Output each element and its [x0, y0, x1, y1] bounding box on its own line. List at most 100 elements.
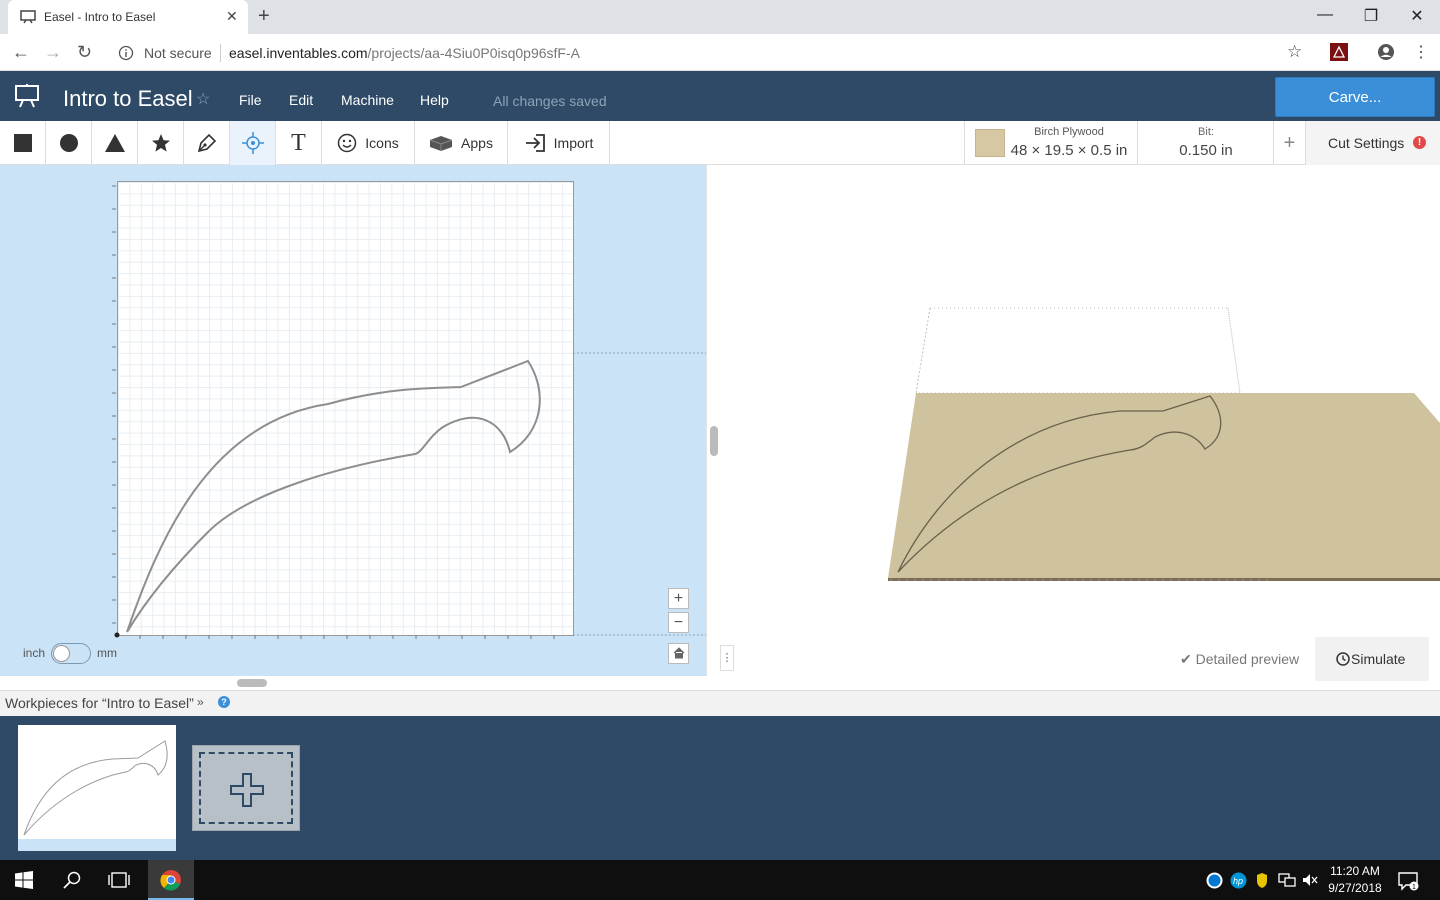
text-tool[interactable]: T — [276, 121, 322, 165]
triangle-icon — [104, 134, 125, 152]
ruler-bottom — [114, 632, 555, 639]
network-icon[interactable] — [1278, 872, 1296, 888]
workpiece-grid[interactable] — [117, 181, 574, 636]
workpieces-panel — [0, 716, 1440, 860]
material-selector[interactable]: Birch Plywood 48 × 19.5 × 0.5 in — [964, 121, 1138, 165]
menu-machine[interactable]: Machine — [341, 92, 394, 108]
3d-preview[interactable] — [720, 165, 1440, 690]
canvas-vertical-scrollbar[interactable] — [706, 165, 720, 676]
windows-start-icon[interactable] — [15, 871, 33, 889]
simulate-button[interactable]: Simulate — [1315, 637, 1429, 681]
notifications-icon[interactable]: 1 — [1398, 871, 1420, 891]
pdf-extension-icon[interactable] — [1330, 43, 1348, 61]
chevron-down-icon[interactable]: » — [197, 695, 204, 709]
reload-icon[interactable]: ↻ — [77, 42, 92, 63]
home-view-button[interactable] — [668, 643, 689, 664]
close-tab-icon[interactable]: ✕ — [226, 8, 238, 25]
profile-icon[interactable] — [1377, 43, 1395, 61]
smiley-icon — [338, 133, 357, 153]
project-title[interactable]: Intro to Easel — [63, 86, 193, 112]
design-path[interactable] — [118, 182, 575, 637]
browser-address-bar: ← → ↻ Not secure easel.inventables.com/p… — [0, 34, 1440, 71]
menu-help[interactable]: Help — [420, 92, 449, 108]
apps-label: Apps — [461, 135, 493, 151]
new-tab-button[interactable]: + — [258, 5, 270, 28]
star-tool[interactable] — [138, 121, 184, 165]
triangle-tool[interactable] — [92, 121, 138, 165]
chrome-taskbar-button[interactable] — [148, 860, 194, 900]
circle-tool[interactable] — [46, 121, 92, 165]
material-swatch — [975, 129, 1005, 157]
menu-edit[interactable]: Edit — [289, 92, 313, 108]
unit-toggle[interactable] — [51, 643, 91, 664]
pen-tool[interactable] — [184, 121, 230, 165]
icons-button[interactable]: Icons — [322, 121, 415, 165]
easel-logo-icon[interactable] — [14, 83, 40, 109]
task-view-icon[interactable] — [108, 871, 130, 889]
workpieces-title[interactable]: Workpieces for “Intro to Easel” — [5, 695, 194, 711]
back-icon[interactable]: ← — [12, 42, 30, 63]
url-path: /projects/aa-4Siu0P0isq0p96sfF-A — [367, 45, 580, 61]
skype-tray-icon[interactable] — [1206, 872, 1223, 889]
home-icon — [673, 647, 684, 659]
circle-icon — [59, 134, 78, 152]
design-toolbar: T Icons Apps Import Birch Plywood 48 × 1… — [0, 121, 1440, 165]
warning-icon: ! — [1413, 136, 1426, 149]
text-icon: T — [291, 129, 306, 156]
svg-text:hp: hp — [1233, 876, 1243, 886]
machine-frame — [915, 307, 1241, 394]
taskbar-clock[interactable]: 11:20 AM 9/27/2018 — [1320, 863, 1390, 897]
clock-icon — [1336, 652, 1350, 666]
pen-icon — [197, 133, 216, 153]
detailed-preview-toggle[interactable]: ✔ Detailed preview — [1180, 651, 1299, 668]
plus-icon — [230, 773, 264, 807]
help-icon[interactable]: ? — [218, 696, 230, 708]
browser-menu-icon[interactable]: ⋮ — [1413, 42, 1429, 62]
chrome-icon — [160, 870, 181, 891]
add-workpiece-button[interactable] — [192, 745, 300, 831]
zoom-out-button[interactable]: − — [668, 612, 689, 633]
square-tool[interactable] — [0, 121, 46, 165]
hp-tray-icon[interactable]: hp — [1230, 872, 1247, 889]
canvas-horizontal-scrollbar[interactable] — [0, 676, 720, 690]
cut-settings-button[interactable]: Cut Settings ! — [1306, 121, 1440, 165]
url-host: easel.inventables.com — [229, 45, 368, 61]
carve-button[interactable]: Carve... — [1275, 77, 1435, 117]
favorite-star-icon[interactable]: ☆ — [196, 89, 210, 109]
vertical-scroll-thumb[interactable] — [710, 426, 718, 456]
unit-mm-label: mm — [97, 646, 117, 660]
security-tray-icon[interactable] — [1256, 872, 1268, 889]
preview-pane — [720, 165, 1440, 690]
star-icon — [151, 134, 170, 152]
info-icon[interactable] — [118, 45, 134, 61]
import-button[interactable]: Import — [508, 121, 610, 165]
horizontal-scroll-thumb[interactable] — [237, 679, 267, 687]
forward-icon[interactable]: → — [44, 42, 62, 63]
point-tool[interactable] — [230, 121, 276, 165]
minimize-window-icon[interactable]: — — [1310, 6, 1340, 24]
zoom-in-button[interactable]: + — [668, 588, 689, 609]
close-window-icon[interactable]: ✕ — [1402, 6, 1432, 26]
bit-value: 0.150 in — [1179, 142, 1233, 159]
bit-selector[interactable]: Bit: 0.150 in — [1138, 121, 1274, 165]
workpiece-thumbnail[interactable] — [18, 725, 176, 851]
volume-muted-icon[interactable] — [1302, 872, 1318, 888]
windows-taskbar: hp 11:20 AM 9/27/2018 1 — [0, 860, 1440, 900]
search-icon[interactable] — [63, 871, 81, 889]
url-input[interactable]: Not secure easel.inventables.com/project… — [110, 39, 1322, 67]
browser-tab[interactable]: Easel - Intro to Easel ✕ — [8, 0, 248, 34]
add-bit-button[interactable]: + — [1274, 121, 1306, 165]
ruler-left — [112, 185, 116, 624]
bookmark-star-icon[interactable]: ☆ — [1287, 42, 1302, 62]
menu-file[interactable]: File — [239, 92, 262, 108]
material-name: Birch Plywood — [1034, 126, 1104, 138]
save-status: All changes saved — [493, 93, 607, 109]
pane-splitter-handle[interactable]: ⋮ — [720, 645, 734, 671]
easel-favicon-icon — [20, 10, 36, 24]
crosshair-icon — [241, 132, 264, 154]
restore-window-icon[interactable]: ❐ — [1356, 6, 1386, 26]
material-dimensions: 48 × 19.5 × 0.5 in — [1010, 142, 1128, 159]
apps-button[interactable]: Apps — [415, 121, 508, 165]
workpiece-preview-path — [23, 740, 168, 836]
detailed-preview-label: Detailed preview — [1195, 651, 1300, 667]
